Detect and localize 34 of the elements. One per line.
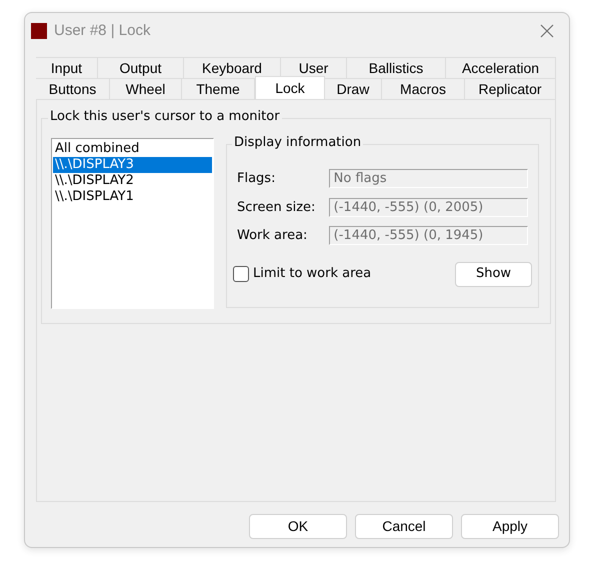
- tab[interactable]: Keyboard: [184, 57, 281, 78]
- list-item[interactable]: \\.\DISPLAY3: [53, 157, 212, 173]
- list-item[interactable]: All combined: [53, 141, 212, 157]
- tab[interactable]: Output: [98, 57, 184, 78]
- field-label: Work area:: [237, 227, 308, 245]
- list-item[interactable]: \\.\DISPLAY1: [53, 189, 212, 205]
- group-title: Lock this user's cursor to a monitor: [48, 110, 282, 123]
- tab[interactable]: Ballistics: [347, 57, 446, 78]
- list-item[interactable]: \\.\DISPLAY2: [53, 173, 212, 189]
- tab[interactable]: User: [281, 57, 347, 78]
- window-title: User #8 | Lock: [54, 20, 150, 41]
- readonly-field[interactable]: (-1440, -555) (0, 2005): [328, 198, 528, 217]
- tab[interactable]: Lock: [255, 76, 325, 99]
- tab[interactable]: Wheel: [110, 78, 182, 99]
- readonly-field[interactable]: (-1440, -555) (0, 1945): [328, 226, 528, 246]
- show-button[interactable]: Show: [455, 262, 532, 286]
- dialog-button[interactable]: Cancel: [355, 514, 453, 539]
- dialog-button[interactable]: Apply: [461, 514, 559, 539]
- field-label: Screen size:: [237, 198, 316, 216]
- readonly-field[interactable]: No flags: [328, 169, 528, 188]
- tab[interactable]: Macros: [382, 78, 465, 99]
- group-title: Display information: [232, 136, 364, 149]
- tab[interactable]: Draw: [325, 78, 382, 99]
- checkbox-label: Limit to work area: [253, 265, 372, 284]
- tab[interactable]: Replicator: [465, 78, 556, 99]
- dialog-button[interactable]: OK: [249, 514, 347, 539]
- close-icon: [540, 24, 554, 38]
- tab[interactable]: Input: [36, 57, 98, 78]
- tab[interactable]: Buttons: [36, 78, 110, 99]
- checkbox[interactable]: [233, 266, 249, 282]
- tab[interactable]: Acceleration: [446, 57, 556, 78]
- field-label: Flags:: [237, 170, 276, 188]
- app-icon: [31, 23, 47, 39]
- tab[interactable]: Theme: [182, 78, 255, 99]
